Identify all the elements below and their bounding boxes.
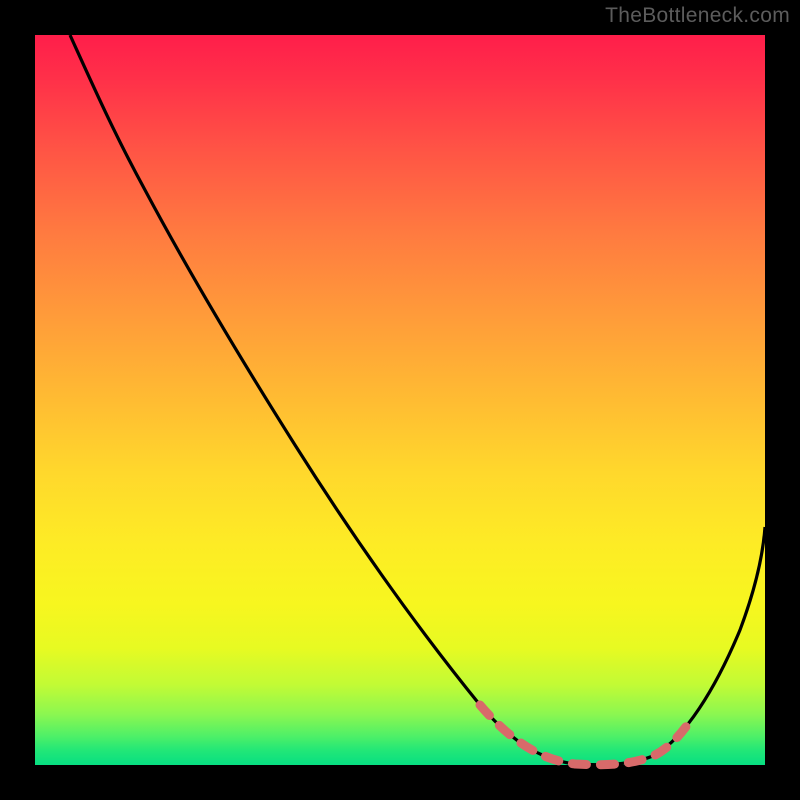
watermark: TheBottleneck.com (605, 4, 790, 28)
heat-gradient-background (35, 35, 765, 765)
chart-frame: TheBottleneck.com (0, 0, 800, 800)
bottleneck-curve (35, 35, 765, 765)
curve-main (70, 35, 765, 765)
curve-highlight-dash (480, 705, 690, 765)
